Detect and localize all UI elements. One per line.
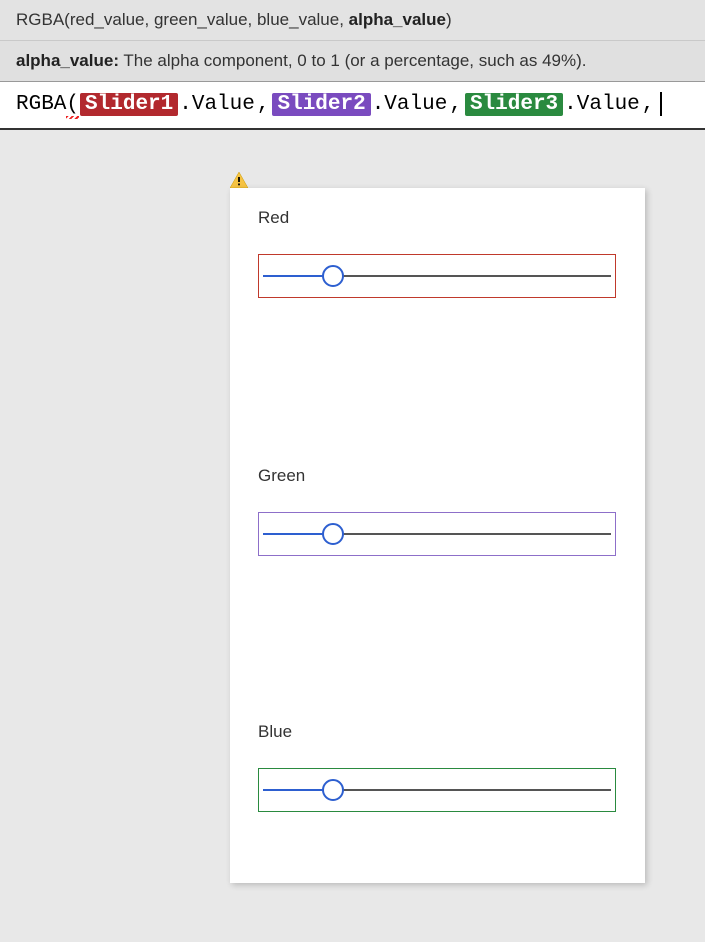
slider3-track <box>263 789 611 791</box>
signature-suffix: ) <box>446 10 452 29</box>
slider2-prop: .Value <box>372 93 448 116</box>
param-name: alpha_value: <box>16 51 119 70</box>
param-desc: The alpha component, 0 to 1 (or a percen… <box>119 51 586 70</box>
slider3-chip: Slider3 <box>465 93 563 116</box>
slider-group-green: Green <box>258 466 616 556</box>
formula-comma-2: , <box>449 93 462 116</box>
intellisense-signature: RGBA(red_value, green_value, blue_value,… <box>0 0 705 41</box>
slider2[interactable] <box>258 512 616 556</box>
formula-function: RGBA <box>16 93 66 116</box>
slider-group-blue: Blue <box>258 722 616 812</box>
slider1-prop: .Value <box>179 93 255 116</box>
slider3-prop: .Value <box>564 93 640 116</box>
app-canvas[interactable]: Red Green Blue <box>0 130 705 910</box>
slider-group-red: Red <box>258 208 616 298</box>
slider2-thumb[interactable] <box>322 523 344 545</box>
signature-current-param: alpha_value <box>349 10 446 29</box>
slider2-chip: Slider2 <box>272 93 370 116</box>
slider1-track <box>263 275 611 277</box>
slider1-thumb[interactable] <box>322 265 344 287</box>
slider2-track <box>263 533 611 535</box>
signature-prefix: RGBA(red_value, green_value, blue_value, <box>16 10 349 29</box>
label-green: Green <box>258 466 616 486</box>
slider3[interactable] <box>258 768 616 812</box>
slider3-thumb[interactable] <box>322 779 344 801</box>
formula-open-paren: ( <box>66 93 79 116</box>
slider1[interactable] <box>258 254 616 298</box>
warning-icon <box>230 172 248 188</box>
label-red: Red <box>258 208 616 228</box>
formula-comma-1: , <box>257 93 270 116</box>
formula-comma-3: , <box>642 93 655 116</box>
slider1-chip: Slider1 <box>80 93 178 116</box>
label-blue: Blue <box>258 722 616 742</box>
formula-bar[interactable]: RGBA( Slider1.Value, Slider2.Value, Slid… <box>0 82 705 130</box>
intellisense-param-desc: alpha_value: The alpha component, 0 to 1… <box>0 41 705 82</box>
form-card[interactable]: Red Green Blue <box>230 188 645 883</box>
cursor-caret <box>660 92 662 116</box>
